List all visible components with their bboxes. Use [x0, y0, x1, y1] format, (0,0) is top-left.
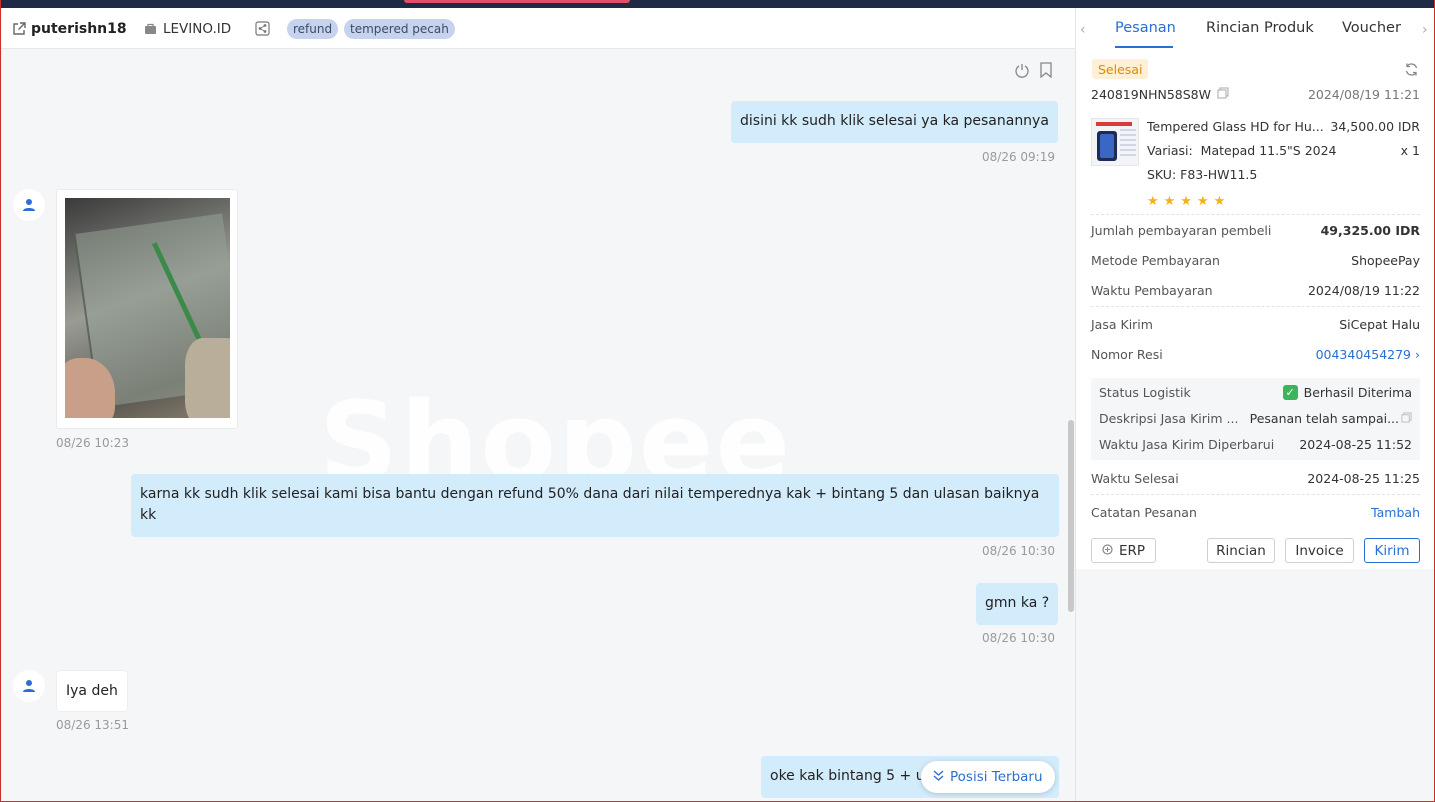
window-border — [0, 0, 1435, 802]
